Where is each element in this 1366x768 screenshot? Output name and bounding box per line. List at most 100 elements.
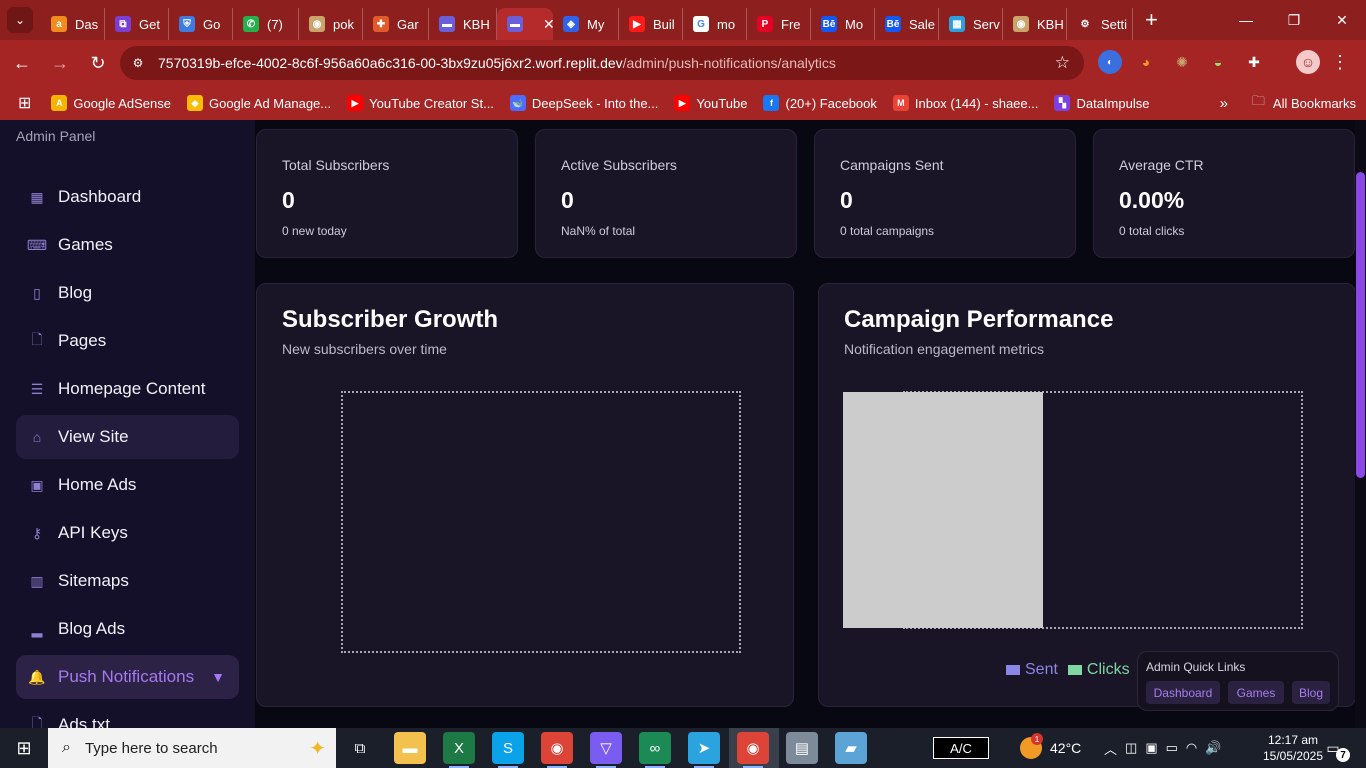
chrome-active-icon[interactable]: ◉	[737, 732, 769, 768]
excel-icon[interactable]: X	[443, 732, 475, 768]
display-icon[interactable]: ▣	[1145, 740, 1157, 756]
stat-label: Total Subscribers	[282, 157, 390, 173]
tab-search-button[interactable]: ⌄	[7, 7, 33, 33]
windows-start-icon[interactable]: ⊞	[0, 728, 48, 768]
minimize-icon[interactable]: —	[1222, 0, 1270, 40]
address-bar[interactable]: ⚙ 7570319b-efce-4002-8c6f-956a60a6c316-0…	[120, 46, 1084, 80]
bookmark-item[interactable]: f (20+) Facebook	[763, 95, 877, 111]
extension-icon[interactable]: ◐	[1098, 50, 1122, 74]
bookmark-star-icon[interactable]: ☆	[1055, 53, 1070, 73]
file-explorer-icon[interactable]: ▬	[394, 732, 426, 764]
key-icon: ⚷	[31, 524, 43, 541]
photos-icon[interactable]: ▤	[786, 732, 818, 764]
bookmark-item[interactable]: A Google AdSense	[51, 95, 171, 111]
skype-icon[interactable]: S	[492, 732, 524, 768]
sidebar-item-pages[interactable]: 🗋 Pages	[16, 319, 239, 363]
bookmark-item[interactable]: 🐋 DeepSeek - Into the...	[509, 95, 658, 111]
browser-tab[interactable]: Gmo	[683, 8, 747, 40]
vpn-icon[interactable]: ▽	[590, 732, 622, 768]
sidebar-item-view-site[interactable]: ⌂ View Site	[16, 415, 239, 459]
map-icon: ▥	[30, 572, 44, 589]
browser-tab[interactable]: ▬ KBH	[429, 8, 497, 40]
url-host: 7570319b-efce-4002-8c6f-956a60a6c316-00-…	[158, 55, 623, 71]
chevron-up-icon[interactable]: ︿	[1104, 739, 1117, 758]
stat-card-total-subscribers: Total Subscribers 0 0 new today	[256, 129, 518, 258]
wifi-icon[interactable]: ◠	[1186, 740, 1197, 756]
browser-tab[interactable]: ◈ My	[553, 8, 619, 40]
browser-tab[interactable]: ▬ ✕	[497, 8, 553, 40]
url-text[interactable]: 7570319b-efce-4002-8c6f-956a60a6c316-00-…	[158, 55, 836, 71]
sidebar-item-homepage-content[interactable]: ☰ Homepage Content	[16, 367, 239, 411]
new-tab-button[interactable]: +	[1145, 7, 1158, 33]
cookie-extension-icon[interactable]: ✺	[1170, 50, 1194, 74]
browser-tab[interactable]: Bē Sale	[875, 8, 939, 40]
tab-title: KBH	[463, 16, 490, 32]
site-info-icon[interactable]: ⚙	[128, 53, 148, 73]
browser-tab[interactable]: ▶ Buil	[619, 8, 683, 40]
stat-value: 0	[561, 187, 574, 213]
browser-tab[interactable]: Bē Mo	[811, 8, 875, 40]
weather-widget[interactable]: 1 42°C	[1020, 728, 1081, 768]
sidebar-item-ads-txt[interactable]: 🗋 Ads.txt	[16, 703, 239, 728]
bookmark-item[interactable]: ▶ YouTube	[674, 95, 747, 111]
sidebar-item-dashboard[interactable]: ▦ Dashboard	[16, 175, 239, 219]
task-view-icon[interactable]: ⧉	[344, 732, 376, 764]
taskbar-search[interactable]: ⌕ Type here to search ✦	[48, 728, 336, 768]
chrome-icon[interactable]: ◉	[541, 732, 573, 768]
stat-subtext: 0 new today	[282, 224, 347, 238]
ac-indicator[interactable]: A/C	[933, 737, 989, 759]
chevron-down-icon[interactable]: ▼	[211, 669, 225, 685]
browser-tab[interactable]: P Fre	[747, 8, 811, 40]
tab-title: Buil	[653, 16, 675, 32]
all-bookmarks-link[interactable]: All Bookmarks	[1273, 96, 1356, 111]
more-menu-icon[interactable]: ⋮	[1328, 50, 1352, 74]
notes-icon[interactable]: ▰	[835, 732, 867, 764]
telegram-icon[interactable]: ➤	[688, 732, 720, 768]
notification-icon[interactable]: ▭ 7	[1322, 738, 1350, 762]
profile-avatar[interactable]: ☺	[1296, 50, 1320, 74]
sidebar-item-games[interactable]: ⌨ Games	[16, 223, 239, 267]
bookmark-item[interactable]: ▚ DataImpulse	[1054, 95, 1149, 111]
sidebar-item-home-ads[interactable]: ▣ Home Ads	[16, 463, 239, 507]
close-window-icon[interactable]: ✕	[1318, 0, 1366, 40]
extension-icon[interactable]: ◒	[1206, 50, 1230, 74]
browser-tab[interactable]: ▦ Serv	[939, 8, 1003, 40]
quick-link-blog[interactable]: Blog	[1292, 681, 1330, 704]
sidebar-item-sitemaps[interactable]: ▥ Sitemaps	[16, 559, 239, 603]
windows-taskbar: ⊞ ⌕ Type here to search ✦ ⧉ ▬ X S ◉ ▽ ∞ ➤ ◉ ▤ ▰ A/…	[0, 728, 1366, 768]
taskbar-clock[interactable]: 12:17 am 15/05/2025	[1262, 732, 1324, 764]
sidebar-item-blog[interactable]: ▯ Blog	[16, 271, 239, 315]
back-icon[interactable]: ←	[4, 45, 40, 81]
meet-now-icon[interactable]: ◫	[1125, 740, 1137, 756]
tab-title: mo	[717, 16, 736, 32]
restore-icon[interactable]: ❐	[1270, 0, 1318, 40]
browser-tab[interactable]: ⧉ Get	[105, 8, 169, 40]
browser-tab[interactable]: ⚙ Setti	[1067, 8, 1133, 40]
apps-grid-icon[interactable]: ⊞	[18, 93, 31, 113]
bookmark-item[interactable]: M Inbox (144) - shaee...	[892, 95, 1038, 111]
browser-tab[interactable]: ✚ Gar	[363, 8, 429, 40]
battery-icon[interactable]: ▭	[1166, 740, 1178, 756]
volume-icon[interactable]: 🔊	[1205, 740, 1221, 756]
scrollbar-thumb[interactable]	[1356, 172, 1365, 478]
tab-list: a Das ⧉ Get ⛨ Go ✆ (7) ◉ pok ✚ Gar ▬ KBH ▬ ✕ ◈ My ▶ Buil Gmo…	[41, 0, 1158, 40]
more-bookmarks-icon[interactable]: »	[1220, 95, 1228, 112]
extension-icon[interactable]: ◕	[1134, 50, 1158, 74]
reload-icon[interactable]: ↻	[80, 45, 116, 81]
browser-tab[interactable]: ✆ (7)	[233, 8, 299, 40]
browser-tab[interactable]: ⛨ Go	[169, 8, 233, 40]
close-tab-icon[interactable]: ✕	[543, 16, 553, 33]
extensions-puzzle-icon[interactable]: ✚	[1242, 50, 1266, 74]
browser-tab[interactable]: a Das	[41, 8, 105, 40]
sidebar-item-blog-ads[interactable]: ▂ Blog Ads	[16, 607, 239, 651]
bookmark-item[interactable]: ▶ YouTube Creator St...	[347, 95, 494, 111]
bookmark-item[interactable]: ◆ Google Ad Manage...	[186, 95, 331, 111]
quick-link-dashboard[interactable]: Dashboard	[1146, 681, 1220, 704]
sidebar-item-api-keys[interactable]: ⚷ API Keys	[16, 511, 239, 555]
quick-link-games[interactable]: Games	[1228, 681, 1284, 704]
browser-tab[interactable]: ◉ KBH	[1003, 8, 1067, 40]
forward-icon[interactable]: →	[42, 45, 78, 81]
browser-tab[interactable]: ◉ pok	[299, 8, 363, 40]
sidebar-item-push-notifications[interactable]: 🔔 Push Notifications ▼	[16, 655, 239, 699]
app-green-icon[interactable]: ∞	[639, 732, 671, 768]
